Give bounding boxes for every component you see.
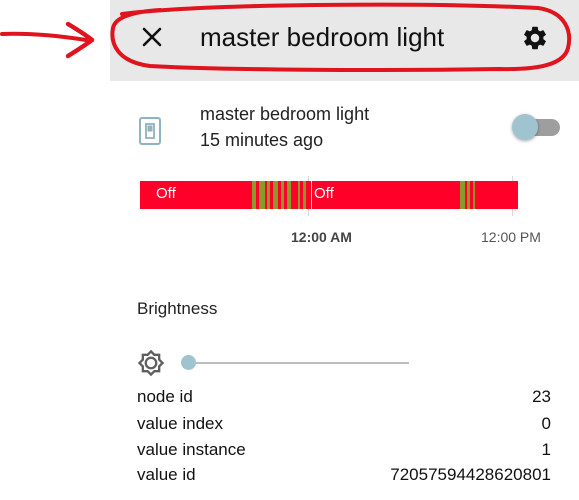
timeline-on-band <box>252 181 256 209</box>
timeline-on-band <box>287 181 291 209</box>
annotation-arrow-shaft <box>0 31 88 42</box>
timeline-on-band <box>281 181 284 209</box>
entity-toggle[interactable] <box>512 114 562 142</box>
attribute-value: 23 <box>532 387 551 406</box>
attribute-row-value-instance: value instance 1 <box>137 440 551 464</box>
timeline-on-band <box>303 181 306 209</box>
annotation-arrow-head <box>65 21 95 59</box>
attribute-key: node id <box>137 387 193 406</box>
slider-track <box>187 362 409 364</box>
attribute-row-value-index: value index 0 <box>137 414 551 438</box>
dialog-title: master bedroom light <box>200 22 445 52</box>
timeline-on-band <box>267 181 270 209</box>
axis-label-midnight: 12:00 AM <box>291 229 352 245</box>
timeline-segment-label: Off <box>314 185 334 202</box>
timeline-separator <box>311 181 312 209</box>
timeline-on-band <box>460 181 465 209</box>
brightness-slider[interactable] <box>181 353 411 373</box>
close-button[interactable] <box>137 24 167 54</box>
attribute-value: 0 <box>541 414 551 433</box>
attribute-key: value instance <box>137 440 246 459</box>
attribute-key: value index <box>137 414 224 433</box>
toggle-thumb <box>512 114 538 140</box>
settings-button[interactable] <box>518 24 552 56</box>
timeline-on-band <box>467 181 470 209</box>
timeline-on-band <box>473 181 475 209</box>
slider-thumb[interactable] <box>181 355 196 370</box>
entity-last-changed: 15 minutes ago <box>200 130 324 150</box>
close-icon <box>141 26 163 53</box>
attribute-row-node-id: node id 23 <box>137 387 551 411</box>
gear-icon <box>521 24 549 57</box>
axis-label-noon: 12:00 PM <box>481 229 541 245</box>
attribute-row-value-id: value id 72057594428620801 <box>137 465 551 489</box>
attribute-value: 1 <box>541 440 551 459</box>
timeline-segment-label: Off <box>156 185 176 202</box>
light-switch-icon <box>138 116 162 146</box>
brightness-label: Brightness <box>137 299 218 318</box>
attribute-value: 72057594428620801 <box>390 465 551 484</box>
history-timeline[interactable]: Off Off <box>140 181 518 209</box>
timeline-on-band <box>298 181 300 209</box>
entity-name: master bedroom light <box>200 104 370 124</box>
brightness-icon <box>137 349 165 377</box>
attribute-key: value id <box>137 465 196 484</box>
timeline-on-band <box>259 181 265 209</box>
timeline-on-band <box>273 181 278 209</box>
